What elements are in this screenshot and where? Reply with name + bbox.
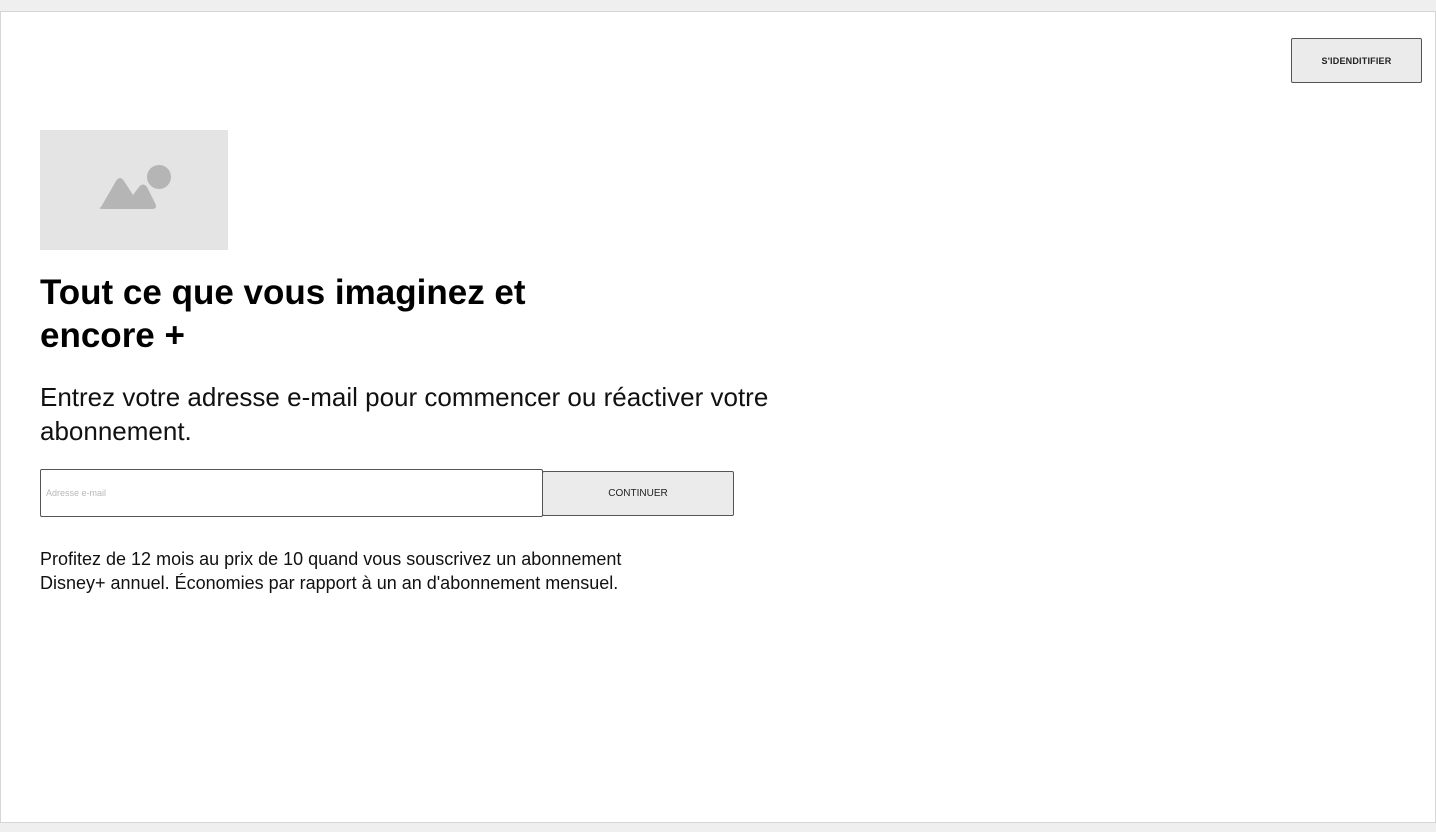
hero-subtitle: Entrez votre adresse e-mail pour commenc… — [40, 382, 769, 446]
hero-title: Tout ce que vous imaginez et encore + — [40, 273, 526, 355]
image-placeholder-icon — [99, 165, 171, 209]
login-button[interactable]: S'IDENDITIFIER — [1291, 38, 1422, 83]
logo-image-placeholder — [40, 130, 228, 250]
page-frame: S'IDENDITIFIER Tout ce que vous imaginez… — [0, 11, 1436, 823]
email-field[interactable] — [40, 469, 543, 517]
promo-text: Profitez de 12 mois au prix de 10 quand … — [40, 549, 622, 593]
continue-button[interactable]: CONTINUER — [542, 471, 734, 516]
